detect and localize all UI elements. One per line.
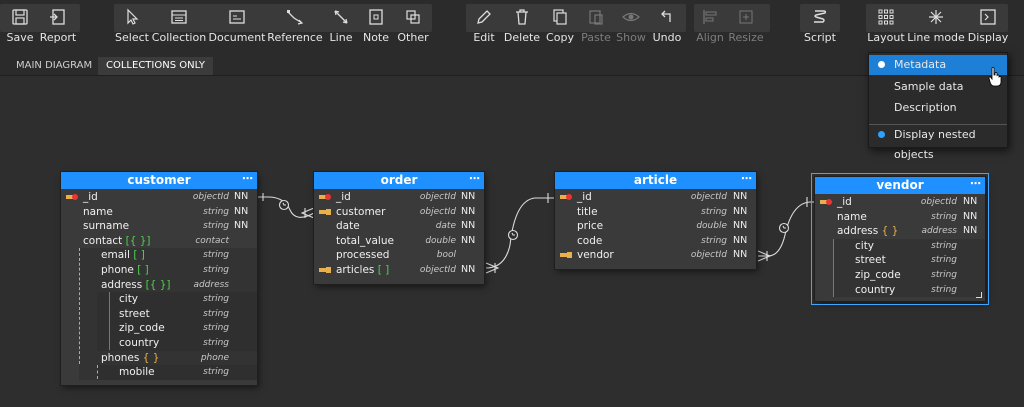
field-row[interactable]: street string <box>833 253 985 268</box>
field-row[interactable]: date date NN <box>314 219 484 234</box>
tab-main-diagram[interactable]: MAIN DIAGRAM <box>8 57 100 75</box>
document-icon <box>211 6 263 28</box>
primary-key-icon <box>319 194 331 200</box>
entity-order[interactable]: order ⋯ _id objectId NN customer objectId… <box>314 172 484 284</box>
foreign-key-icon <box>319 266 331 273</box>
radio-dot-icon <box>878 61 885 68</box>
reference-icon <box>269 6 321 28</box>
more-icon[interactable]: ⋯ <box>469 170 480 187</box>
menu-item-description[interactable]: Description <box>869 98 1007 118</box>
field-row[interactable]: _id objectId NN <box>61 190 257 205</box>
field-row[interactable]: mobile string <box>97 365 257 380</box>
field-row[interactable]: country string <box>97 336 257 351</box>
field-row[interactable]: zip_code string <box>97 321 257 336</box>
entity-customer[interactable]: customer ⋯ _id objectId NN name string NN… <box>61 172 257 385</box>
more-icon[interactable]: ⋯ <box>970 175 981 192</box>
resize-icon <box>720 6 772 28</box>
field-row[interactable]: vendor objectId NN <box>555 248 756 263</box>
menu-item-sample-data[interactable]: Sample data <box>869 77 1007 97</box>
primary-key-icon <box>560 194 572 200</box>
layout-icon <box>860 6 912 28</box>
field-row[interactable]: _id objectId NN <box>555 190 756 205</box>
field-row[interactable]: phones { } phone <box>79 351 257 366</box>
primary-key-icon <box>66 194 78 200</box>
field-row[interactable]: processed bool <box>314 248 484 263</box>
other-icon <box>387 6 439 28</box>
menu-item-display-nested-objects[interactable]: Display nested objects <box>869 125 1007 161</box>
field-row[interactable]: address { } address NN <box>815 224 985 239</box>
field-row[interactable]: price double NN <box>555 219 756 234</box>
entity-header[interactable]: article ⋯ <box>555 172 756 189</box>
field-row[interactable]: _id objectId NN <box>314 190 484 205</box>
check-dot-icon <box>878 131 885 138</box>
entity-title: order <box>380 173 418 187</box>
field-row[interactable]: code string NN <box>555 234 756 249</box>
entity-article[interactable]: article ⋯ _id objectId NN title string NN… <box>555 172 756 269</box>
collection-icon <box>153 6 205 28</box>
field-row[interactable]: articles [ ] objectId NN <box>314 263 484 278</box>
field-row[interactable]: country string <box>833 283 985 298</box>
entity-header[interactable]: customer ⋯ <box>61 172 257 189</box>
entity-title: vendor <box>876 178 924 192</box>
entity-header[interactable]: vendor ⋯ <box>815 177 985 194</box>
line-mode-icon <box>910 6 962 28</box>
resize-handle-icon[interactable] <box>976 292 982 298</box>
cursor-icon <box>106 6 158 28</box>
field-row[interactable]: contact [{ }] contact <box>61 234 257 249</box>
foreign-key-icon <box>560 252 572 259</box>
menu-item-metadata[interactable]: Metadata <box>869 55 1007 75</box>
field-row[interactable]: city string <box>833 239 985 254</box>
display-icon <box>962 6 1014 28</box>
field-row[interactable]: street string <box>97 307 257 322</box>
hand-cursor-icon <box>988 67 1002 87</box>
entity-title: article <box>633 173 678 187</box>
field-row[interactable]: surname string NN <box>61 219 257 234</box>
entity-vendor[interactable]: vendor ⋯ _id objectId NN name string NN a… <box>811 173 989 305</box>
primary-key-icon <box>820 199 832 205</box>
display-menu: Metadata Sample data Description Display… <box>868 52 1008 161</box>
field-row[interactable]: name string NN <box>815 210 985 225</box>
field-row[interactable]: _id objectId NN <box>815 195 985 210</box>
field-row[interactable]: zip_code string <box>833 268 985 283</box>
script-icon <box>794 6 846 28</box>
more-icon[interactable]: ⋯ <box>741 170 752 187</box>
field-row[interactable]: total_value double NN <box>314 234 484 249</box>
field-row[interactable]: name string NN <box>61 205 257 220</box>
entity-title: customer <box>127 173 191 187</box>
entity-header[interactable]: order ⋯ <box>314 172 484 189</box>
field-row[interactable]: title string NN <box>555 205 756 220</box>
foreign-key-icon <box>319 208 331 215</box>
more-icon[interactable]: ⋯ <box>242 170 253 187</box>
field-row[interactable]: phone [ ] string <box>79 263 257 278</box>
tab-collections-only[interactable]: COLLECTIONS ONLY <box>98 57 213 75</box>
report-icon <box>32 6 84 28</box>
field-row[interactable]: email [ ] string <box>79 248 257 263</box>
field-row[interactable]: address [{ }] address <box>79 278 257 293</box>
field-row[interactable]: customer objectId NN <box>314 205 484 220</box>
field-row[interactable]: city string <box>97 292 257 307</box>
